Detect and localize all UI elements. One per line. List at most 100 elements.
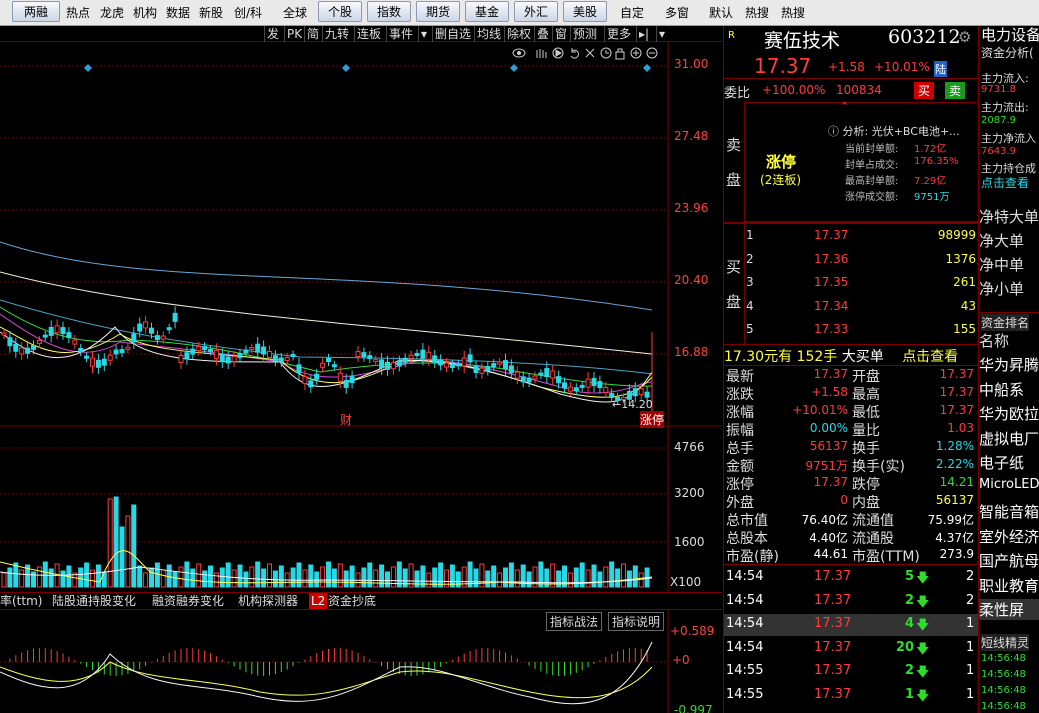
- candle-body: [349, 376, 355, 384]
- bid-price[interactable]: 17.34: [814, 299, 848, 313]
- tool-overlay[interactable]: 叠: [534, 26, 552, 42]
- sector-rank-item[interactable]: 职业教育: [979, 575, 1039, 596]
- nav-star-market[interactable]: 创/科: [229, 2, 267, 22]
- volume-bar: [609, 561, 615, 588]
- sector-rank-item[interactable]: 华为欧拉: [979, 403, 1039, 424]
- analysis-link[interactable]: ⓘ 分析: 光伏+BC电池+...: [828, 123, 960, 139]
- sector-rank-item[interactable]: 柔性屏: [979, 599, 1039, 620]
- candle-body: [125, 346, 131, 350]
- nav-ipo[interactable]: 新股: [196, 2, 226, 22]
- tab-pe-ttm[interactable]: 率(ttm): [0, 593, 42, 609]
- nav-index[interactable]: 指数: [367, 1, 411, 22]
- sector-rank-item[interactable]: 电子纸: [979, 452, 1039, 473]
- limit-up-marker[interactable]: 涨停: [640, 411, 665, 428]
- short-spirit-time[interactable]: 14:56:48: [981, 669, 1026, 680]
- sell-button[interactable]: 卖: [945, 82, 966, 99]
- limit-turnover-label: 涨停成交额:: [845, 192, 899, 203]
- event-marker[interactable]: [643, 64, 651, 72]
- seal-ratio: 176.35%: [914, 156, 959, 167]
- event-marker[interactable]: [342, 64, 350, 72]
- tab-institution-probe[interactable]: 机构探测器: [238, 593, 298, 609]
- nav-hot-search-2[interactable]: 热搜: [778, 2, 808, 22]
- nav-default[interactable]: 默认: [706, 2, 736, 22]
- event-marker[interactable]: [84, 64, 92, 72]
- tool-forecast[interactable]: 预测: [570, 26, 604, 42]
- nav-forex[interactable]: 外汇: [514, 1, 558, 22]
- indicator-help-button[interactable]: 指标说明: [608, 612, 665, 631]
- volume-bar: [36, 566, 42, 588]
- nav-stock[interactable]: 个股: [318, 1, 362, 22]
- nav-global[interactable]: 全球: [280, 2, 310, 22]
- sector-rank-item[interactable]: 智能音箱: [979, 501, 1039, 522]
- nav-dragon-tiger[interactable]: 龙虎: [97, 2, 127, 22]
- nav-institution[interactable]: 机构: [130, 2, 160, 22]
- buy-button[interactable]: 买: [914, 82, 935, 99]
- sector-rank-item[interactable]: 中船系: [979, 379, 1039, 400]
- nav-futures[interactable]: 期货: [416, 1, 460, 22]
- tool-ma[interactable]: 均线: [474, 26, 504, 42]
- nav-data[interactable]: 数据: [163, 2, 193, 22]
- short-spirit-tab[interactable]: 短线精灵: [981, 634, 1030, 651]
- sector-rank-item[interactable]: 国产航母: [979, 550, 1039, 571]
- sector-rank-item[interactable]: 室外经济: [979, 526, 1039, 547]
- tab-northbound[interactable]: 陆股通持股变化: [52, 593, 136, 609]
- tool-events[interactable]: 事件: [386, 26, 418, 42]
- candle-body: [231, 355, 237, 362]
- tab-l2[interactable]: L2: [309, 593, 328, 609]
- tool-more[interactable]: 更多: [604, 26, 636, 42]
- tool-window[interactable]: 窗: [552, 26, 570, 42]
- bid-price[interactable]: 17.37: [814, 228, 848, 242]
- outflow-label: 主力流出:: [981, 101, 1029, 114]
- price-change: +1.58: [828, 60, 865, 74]
- volume-bar: [149, 567, 154, 588]
- tool-end-icon[interactable]: ▸|: [636, 26, 656, 42]
- tool-pk[interactable]: PK: [284, 26, 304, 42]
- nav-custom[interactable]: 自定: [617, 2, 647, 22]
- nav-us-stock[interactable]: 美股: [563, 1, 607, 22]
- collapse-up-icon[interactable]: ⌃: [840, 100, 849, 113]
- volume-bar: [632, 565, 638, 588]
- nav-hot-search[interactable]: 热搜: [742, 2, 772, 22]
- nav-fund[interactable]: 基金: [465, 1, 509, 22]
- sector-rank-item[interactable]: 虚拟电厂: [979, 428, 1039, 449]
- sector-panel: 电力设备 资金分析( 主力流入: 9731.8 主力流出: 2087.9 主力净…: [978, 26, 1039, 713]
- event-marker[interactable]: [510, 64, 518, 72]
- bid-price[interactable]: 17.33: [814, 322, 848, 336]
- sector-click-view[interactable]: 点击查看: [981, 174, 1029, 191]
- candle-body: [90, 357, 95, 367]
- short-spirit-time[interactable]: 14:56:48: [981, 653, 1026, 664]
- tab-fund-bottom[interactable]: 资金抄底: [328, 593, 376, 609]
- tab-margin[interactable]: 融资融券变化: [152, 593, 224, 609]
- tool-consecutive[interactable]: 连板: [354, 26, 386, 42]
- tool-events-dropdown[interactable]: ▾: [418, 26, 432, 42]
- sector-rank-item[interactable]: MicroLED: [979, 477, 1039, 492]
- bid-price[interactable]: 17.36: [814, 252, 848, 266]
- tool-simple[interactable]: 简: [304, 26, 322, 42]
- big-order-action[interactable]: 点击查看: [902, 349, 958, 365]
- nav-multi-window[interactable]: 多窗: [662, 2, 692, 22]
- short-spirit-time[interactable]: 14:56:48: [981, 701, 1026, 712]
- vol-axis-label: 1600: [674, 535, 705, 549]
- candle-body: [267, 351, 272, 359]
- stat-value: 56137: [935, 493, 974, 507]
- financial-report-marker[interactable]: 财: [340, 411, 352, 428]
- fund-rank-tab[interactable]: 资金排名: [981, 314, 1030, 331]
- nav-hotspot[interactable]: 热点: [63, 2, 93, 22]
- short-spirit-time[interactable]: 14:56:48: [981, 685, 1026, 696]
- candle-body: [414, 353, 420, 357]
- indicator-strategy-button[interactable]: 指标战法: [546, 612, 603, 631]
- tool-nine-turn[interactable]: 九转: [322, 26, 354, 42]
- tool-remove-watch[interactable]: 删自选: [432, 26, 474, 42]
- candle-body: [562, 382, 567, 389]
- bid-price[interactable]: 17.35: [814, 275, 848, 289]
- tool-dropdown-icon[interactable]: ▾: [656, 26, 670, 42]
- volume-bar: [19, 569, 25, 588]
- tool-exright[interactable]: 除权: [504, 26, 534, 42]
- sector-rank-item[interactable]: 华为昇腾: [979, 354, 1039, 375]
- sector-title[interactable]: 电力设备: [981, 24, 1039, 45]
- market-badge[interactable]: 陆: [934, 61, 947, 77]
- settings-gear-icon[interactable]: ⚙: [958, 28, 971, 46]
- nav-margin-trading[interactable]: 两融: [12, 1, 60, 22]
- big-order-row[interactable]: 17.30元有 152手 大买单 点击查看: [724, 346, 958, 366]
- tool-send[interactable]: 发: [264, 26, 284, 42]
